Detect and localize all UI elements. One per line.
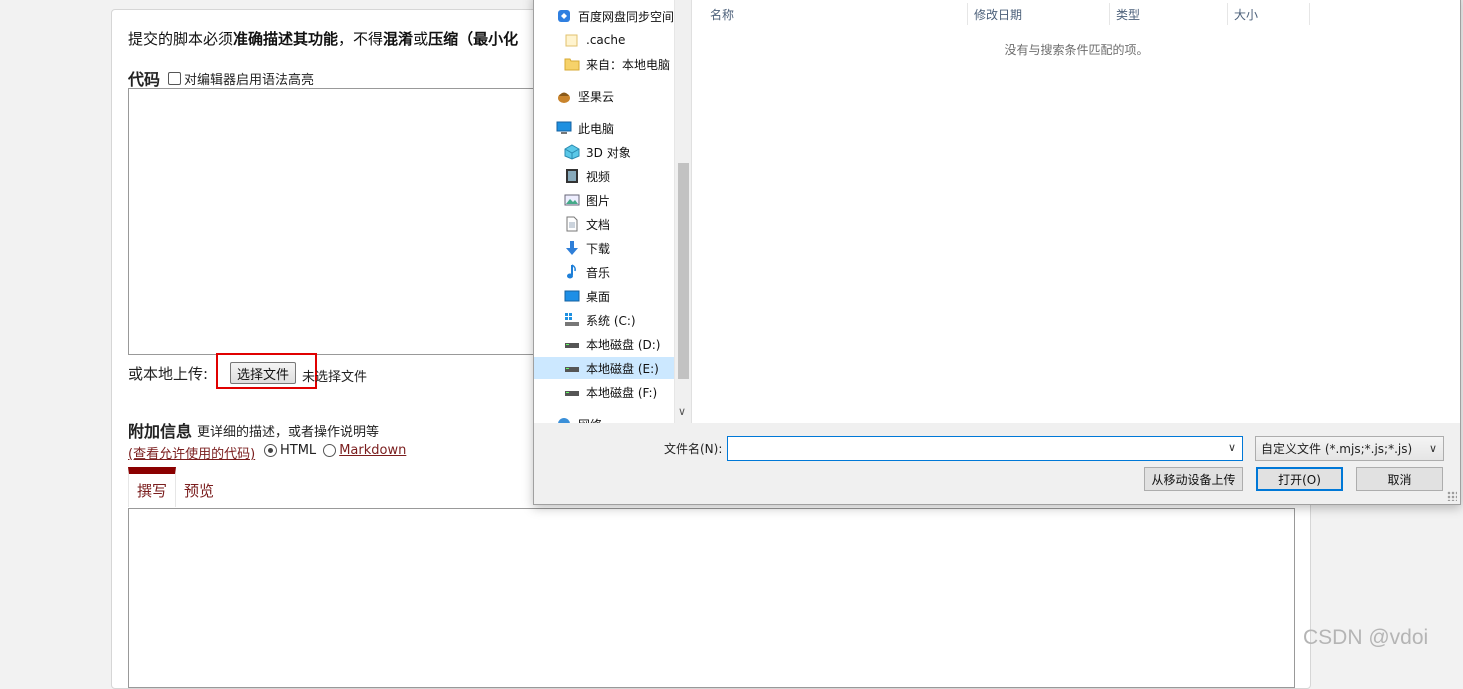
- chevron-down-icon[interactable]: ∨: [1429, 442, 1437, 455]
- column-size[interactable]: 大小: [1228, 3, 1310, 25]
- format-markdown-link[interactable]: Markdown: [339, 443, 406, 458]
- open-button[interactable]: 打开(O): [1256, 467, 1343, 491]
- jianguoyun-icon: [556, 88, 572, 104]
- nav-item-drive-e[interactable]: 本地磁盘 (E:): [534, 357, 674, 379]
- nav-item-3d-objects[interactable]: 3D 对象: [564, 141, 631, 163]
- watermark: CSDN @vdoi: [1303, 626, 1429, 649]
- document-icon: [564, 216, 580, 232]
- nav-item-drive-d[interactable]: 本地磁盘 (D:): [564, 333, 660, 355]
- nav-item-drive-c[interactable]: 系统 (C:): [564, 309, 636, 331]
- network-icon: [556, 416, 572, 423]
- navigation-pane[interactable]: 百度网盘同步空间 .cache 来自：本地电脑 坚果云 此电脑 3D 对象 视频…: [534, 0, 674, 423]
- chevron-down-icon[interactable]: ∨: [1228, 441, 1236, 454]
- extra-info-description: 更详细的描述，或者操作说明等: [197, 425, 380, 440]
- drive-icon: [564, 360, 580, 376]
- upload-from-mobile-button[interactable]: 从移动设备上传: [1144, 467, 1243, 491]
- format-html-label: HTML: [280, 443, 317, 458]
- folder-icon: [564, 32, 580, 48]
- nav-item-this-pc[interactable]: 此电脑: [556, 117, 614, 139]
- nav-scrollbar[interactable]: ∨: [674, 0, 691, 423]
- computer-icon: [556, 120, 572, 136]
- format-selector: HTML Markdown: [264, 443, 406, 458]
- column-modified[interactable]: 修改日期: [968, 3, 1110, 25]
- nav-item-network[interactable]: 网络: [556, 413, 602, 423]
- filetype-value: 自定义文件 (*.mjs;*.js;*.js): [1261, 442, 1413, 456]
- desktop-icon: [564, 288, 580, 304]
- file-open-dialog: 百度网盘同步空间 .cache 来自：本地电脑 坚果云 此电脑 3D 对象 视频…: [533, 0, 1461, 505]
- folder-icon: [564, 56, 580, 72]
- nav-item-videos[interactable]: 视频: [564, 165, 610, 187]
- notice-text: 提交的脚本必须准确描述其功能，不得混淆或压缩（最小化: [128, 30, 519, 48]
- filename-input[interactable]: ∨: [727, 436, 1243, 461]
- file-list[interactable]: 名称 修改日期 类型 大小 没有与搜索条件匹配的项。: [691, 0, 1460, 423]
- no-file-chosen-text: 未选择文件: [302, 370, 368, 385]
- filetype-select[interactable]: 自定义文件 (*.mjs;*.js;*.js) ∨: [1255, 436, 1444, 461]
- download-icon: [564, 240, 580, 256]
- nav-item-baidu-sync[interactable]: 百度网盘同步空间: [556, 5, 674, 27]
- allowed-code-link[interactable]: (查看允许使用的代码): [128, 443, 255, 462]
- baidu-sync-icon: [556, 8, 572, 24]
- code-editor[interactable]: [128, 88, 548, 355]
- 3d-objects-icon: [564, 144, 580, 160]
- nav-item-downloads[interactable]: 下载: [564, 237, 610, 259]
- description-editor[interactable]: [128, 508, 1295, 688]
- nav-item-documents[interactable]: 文档: [564, 213, 610, 235]
- column-type[interactable]: 类型: [1110, 3, 1228, 25]
- code-heading: 代码: [128, 70, 161, 89]
- column-name[interactable]: 名称: [704, 3, 968, 25]
- syntax-highlight-toggle[interactable]: 对编辑器启用语法高亮: [168, 69, 314, 88]
- extra-info-heading: 附加信息: [128, 422, 193, 441]
- format-markdown-radio[interactable]: [323, 444, 337, 457]
- nav-item-cache[interactable]: .cache: [564, 29, 625, 51]
- cancel-button[interactable]: 取消: [1356, 467, 1443, 491]
- nav-item-drive-f[interactable]: 本地磁盘 (F:): [564, 381, 657, 403]
- tab-preview[interactable]: 预览: [184, 480, 214, 501]
- music-icon: [564, 264, 580, 280]
- drive-icon: [564, 336, 580, 352]
- picture-icon: [564, 192, 580, 208]
- nav-item-jianguoyun[interactable]: 坚果云: [556, 85, 614, 107]
- syntax-highlight-checkbox[interactable]: [168, 72, 181, 85]
- filename-label: 文件名(N):: [664, 442, 723, 456]
- scroll-down-icon[interactable]: ∨: [678, 405, 686, 418]
- format-html-radio[interactable]: [264, 444, 277, 457]
- nav-item-music[interactable]: 音乐: [564, 261, 610, 283]
- system-drive-icon: [564, 312, 580, 328]
- video-icon: [564, 168, 580, 184]
- drive-icon: [564, 384, 580, 400]
- nav-item-desktop[interactable]: 桌面: [564, 285, 610, 307]
- nav-item-local-computer[interactable]: 来自：本地电脑: [564, 53, 670, 75]
- nav-scrollbar-thumb[interactable]: [678, 163, 689, 379]
- empty-results-message: 没有与搜索条件匹配的项。: [1004, 43, 1149, 57]
- tab-write[interactable]: 撰写: [128, 467, 176, 507]
- resize-grip-icon[interactable]: [1447, 491, 1457, 501]
- upload-label: 或本地上传:: [128, 365, 209, 383]
- syntax-highlight-label: 对编辑器启用语法高亮: [184, 73, 315, 88]
- nav-item-pictures[interactable]: 图片: [564, 189, 610, 211]
